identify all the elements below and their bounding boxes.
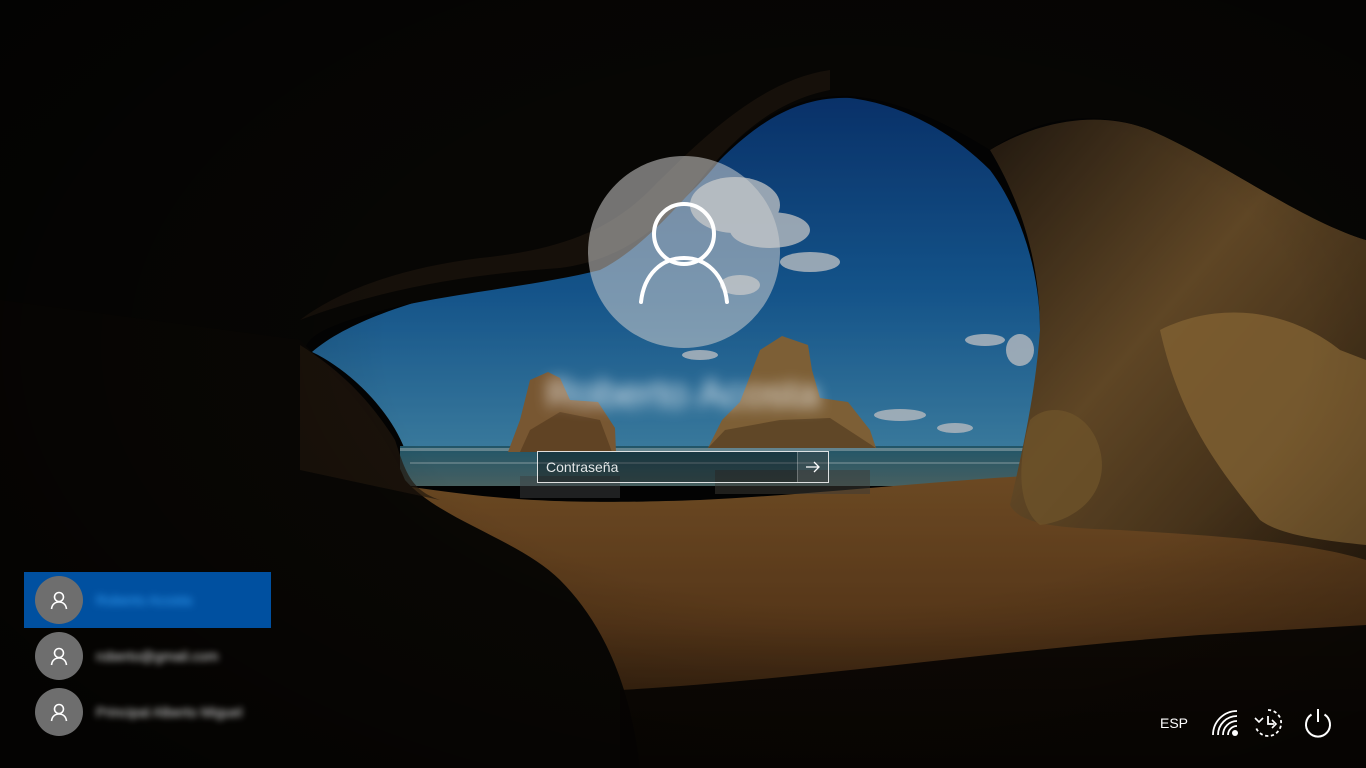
lock-screen: Roberto Acosta Roberto Acosta roberto@gm… (0, 0, 1366, 768)
user-avatar-large (588, 156, 780, 348)
user-avatar (35, 688, 83, 736)
person-icon (50, 703, 68, 722)
password-field-container (537, 451, 829, 483)
ease-of-access-icon[interactable] (1251, 706, 1285, 740)
person-icon (50, 591, 68, 610)
user-avatar (35, 576, 83, 624)
user-display-name: Roberto Acosta (546, 372, 820, 416)
person-icon (639, 202, 729, 304)
password-input[interactable] (538, 452, 799, 482)
user-item-1[interactable]: Roberto Acosta (24, 572, 271, 628)
person-icon (50, 647, 68, 666)
power-icon[interactable] (1301, 706, 1335, 740)
user-item-3[interactable]: Principal Alberto Miguel (24, 684, 271, 740)
user-item-2[interactable]: roberto@gmail.com (24, 628, 271, 684)
user-avatar (35, 632, 83, 680)
network-icon[interactable] (1208, 706, 1242, 740)
user-item-name: roberto@gmail.com (96, 648, 219, 664)
submit-button[interactable] (797, 452, 828, 482)
user-switcher-list: Roberto Acosta roberto@gmail.com Princip… (24, 572, 271, 740)
user-item-name: Principal Alberto Miguel (96, 704, 243, 720)
arrow-right-icon (806, 461, 820, 473)
language-indicator[interactable]: ESP (1156, 712, 1192, 734)
user-item-name: Roberto Acosta (96, 592, 192, 608)
